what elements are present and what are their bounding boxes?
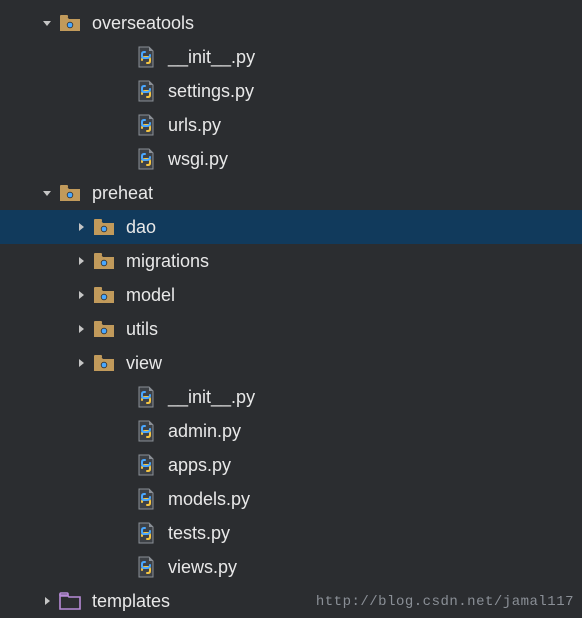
python-file-icon (134, 521, 158, 545)
tree-row[interactable]: models.py (0, 482, 582, 516)
tree-item-label: templates (92, 591, 170, 612)
python-file-icon (134, 79, 158, 103)
chevron-right-icon[interactable] (36, 595, 58, 607)
tree-item-label: models.py (168, 489, 250, 510)
package-folder-icon (92, 317, 116, 341)
package-folder-icon (92, 249, 116, 273)
tree-row[interactable]: model (0, 278, 582, 312)
tree-row[interactable]: tests.py (0, 516, 582, 550)
tree-item-label: views.py (168, 557, 237, 578)
chevron-right-icon[interactable] (70, 323, 92, 335)
tree-item-label: settings.py (168, 81, 254, 102)
package-folder-icon (92, 215, 116, 239)
watermark-text: http://blog.csdn.net/jamal117 (316, 594, 574, 610)
chevron-right-icon[interactable] (70, 289, 92, 301)
chevron-right-icon[interactable] (70, 357, 92, 369)
python-file-icon (134, 385, 158, 409)
tree-item-label: admin.py (168, 421, 241, 442)
tree-row[interactable]: settings.py (0, 74, 582, 108)
chevron-down-icon[interactable] (36, 17, 58, 29)
python-file-icon (134, 147, 158, 171)
python-file-icon (134, 487, 158, 511)
tree-item-label: utils (126, 319, 158, 340)
tree-item-label: urls.py (168, 115, 221, 136)
tree-row[interactable]: admin.py (0, 414, 582, 448)
package-folder-icon (92, 351, 116, 375)
tree-row[interactable]: utils (0, 312, 582, 346)
tree-row[interactable]: migrations (0, 244, 582, 278)
tree-item-label: tests.py (168, 523, 230, 544)
tree-row[interactable]: wsgi.py (0, 142, 582, 176)
chevron-down-icon[interactable] (36, 187, 58, 199)
tree-item-label: view (126, 353, 162, 374)
tree-row[interactable]: apps.py (0, 448, 582, 482)
python-file-icon (134, 45, 158, 69)
tree-row[interactable]: overseatools (0, 6, 582, 40)
package-folder-icon (58, 11, 82, 35)
tree-row[interactable]: dao (0, 210, 582, 244)
tree-item-label: model (126, 285, 175, 306)
tree-item-label: migrations (126, 251, 209, 272)
tree-item-label: preheat (92, 183, 153, 204)
package-folder-icon (92, 283, 116, 307)
tree-row[interactable]: __init__.py (0, 40, 582, 74)
tree-row[interactable]: view (0, 346, 582, 380)
tree-row[interactable]: __init__.py (0, 380, 582, 414)
tree-item-label: apps.py (168, 455, 231, 476)
python-file-icon (134, 113, 158, 137)
python-file-icon (134, 419, 158, 443)
tree-item-label: __init__.py (168, 47, 255, 68)
tree-row[interactable]: views.py (0, 550, 582, 584)
tree-item-label: overseatools (92, 13, 194, 34)
tree-item-label: wsgi.py (168, 149, 228, 170)
tree-item-label: dao (126, 217, 156, 238)
file-tree: overseatools __init__.py settings.py urls.p… (0, 0, 582, 618)
chevron-right-icon[interactable] (70, 221, 92, 233)
folder-icon (58, 589, 82, 613)
python-file-icon (134, 555, 158, 579)
chevron-right-icon[interactable] (70, 255, 92, 267)
tree-row[interactable]: preheat (0, 176, 582, 210)
tree-item-label: __init__.py (168, 387, 255, 408)
python-file-icon (134, 453, 158, 477)
tree-row[interactable]: urls.py (0, 108, 582, 142)
package-folder-icon (58, 181, 82, 205)
